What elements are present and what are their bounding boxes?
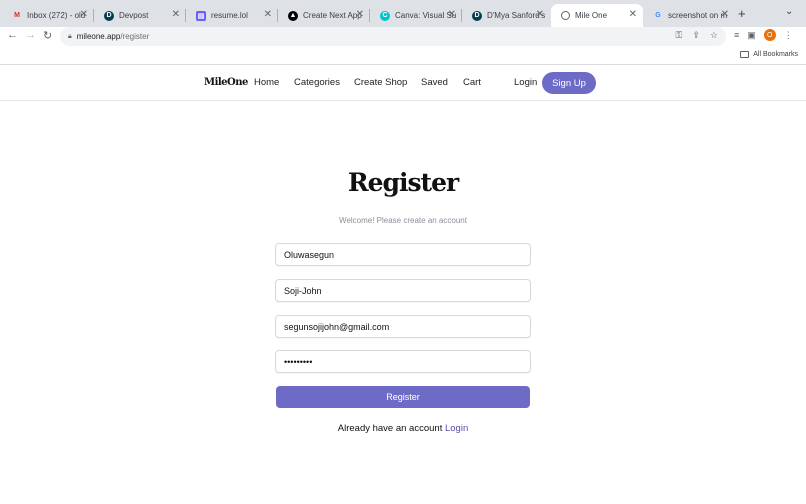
first-name-field[interactable]: Oluwasegun <box>275 243 531 266</box>
browser-toolbar: ← → ↻ 🔒︎ mileone.app/register ⚿ ⇪ ☆ ≡ ▣ … <box>0 27 806 47</box>
nav-create-shop[interactable]: Create Shop <box>354 77 407 88</box>
devpost-icon: D <box>472 10 482 21</box>
menu-icon[interactable]: ⋮ <box>784 30 793 41</box>
login-link-bottom[interactable]: Login <box>445 423 468 434</box>
nav-saved[interactable]: Saved <box>421 77 448 88</box>
tab-resume[interactable]: ▤ resume.lol ✕ <box>186 4 278 27</box>
tab-mile-one[interactable]: Mile One ✕ <box>551 4 643 27</box>
nextjs-icon: ▲ <box>288 10 298 21</box>
email-field[interactable]: segunsojijohn@gmail.com <box>275 315 531 338</box>
page-subtitle: Welcome! Please create an account <box>339 216 467 225</box>
media-icon[interactable]: ≡ <box>734 30 739 40</box>
tab-dmya-sanford[interactable]: D D'Mya Sanford's ✕ <box>462 4 550 27</box>
url-host: mileone.app <box>76 32 121 41</box>
google-icon: G <box>655 12 661 19</box>
login-link[interactable]: Login <box>514 77 537 88</box>
login-prompt: Already have an account Login <box>337 423 469 434</box>
close-icon[interactable]: ✕ <box>264 9 272 20</box>
tab-gmail[interactable]: M Inbox (272) - olu ✕ <box>2 4 94 27</box>
register-button[interactable]: Register <box>276 386 530 408</box>
sign-up-button[interactable]: Sign Up <box>542 72 596 94</box>
close-icon[interactable]: ✕ <box>536 9 544 20</box>
all-bookmarks-button[interactable]: All Bookmarks <box>740 51 798 58</box>
site-header: MileOne Home Categories Create Shop Save… <box>0 65 806 101</box>
site-logo[interactable]: MileOne <box>204 77 248 88</box>
document-icon: ▤ <box>196 10 206 21</box>
nav-categories[interactable]: Categories <box>294 77 340 88</box>
close-icon[interactable]: ✕ <box>629 9 637 20</box>
bookmarks-bar: All Bookmarks <box>0 47 806 65</box>
key-icon[interactable]: ⚿ <box>676 30 683 41</box>
new-tab-button[interactable]: + <box>738 6 746 21</box>
gmail-icon: M <box>14 12 20 19</box>
tab-google-search[interactable]: G screenshot on m ✕ <box>643 4 735 27</box>
password-field[interactable]: ••••••••• <box>275 350 531 373</box>
nav-cart[interactable]: Cart <box>463 77 481 88</box>
devpost-icon: D <box>104 10 114 21</box>
close-icon[interactable]: ✕ <box>356 9 364 20</box>
profile-avatar[interactable]: O <box>763 29 776 41</box>
close-icon[interactable]: ✕ <box>448 9 456 20</box>
lock-icon: 🔒︎ <box>68 32 72 40</box>
nav-home[interactable]: Home <box>254 77 279 88</box>
reload-icon[interactable]: ↻ <box>43 29 52 42</box>
forward-icon[interactable]: → <box>25 29 36 41</box>
back-icon[interactable]: ← <box>7 29 18 41</box>
share-icon[interactable]: ⇪ <box>692 30 700 41</box>
star-icon[interactable]: ☆ <box>710 30 718 41</box>
url-path: /register <box>120 32 150 41</box>
close-icon[interactable]: ✕ <box>721 9 729 20</box>
close-icon[interactable]: ✕ <box>80 9 88 20</box>
page-title: Register <box>347 168 459 197</box>
canva-icon: C <box>380 10 390 21</box>
side-panel-icon[interactable]: ▣ <box>747 30 756 41</box>
globe-icon <box>561 11 570 20</box>
tab-search-icon[interactable]: ⌄ <box>785 6 793 17</box>
last-name-field[interactable]: Soji-John <box>275 279 531 302</box>
address-bar[interactable]: 🔒︎ mileone.app/register ⚿ ⇪ ☆ <box>60 27 726 46</box>
tab-strip: M Inbox (272) - olu ✕ D Devpost ✕ ▤ resu… <box>0 0 806 27</box>
tab-devpost[interactable]: D Devpost ✕ <box>94 4 186 27</box>
folder-icon <box>740 51 750 58</box>
tab-canva[interactable]: C Canva: Visual Su ✕ <box>370 4 462 27</box>
close-icon[interactable]: ✕ <box>172 9 180 20</box>
tab-create-next-app[interactable]: ▲ Create Next App ✕ <box>278 4 370 27</box>
